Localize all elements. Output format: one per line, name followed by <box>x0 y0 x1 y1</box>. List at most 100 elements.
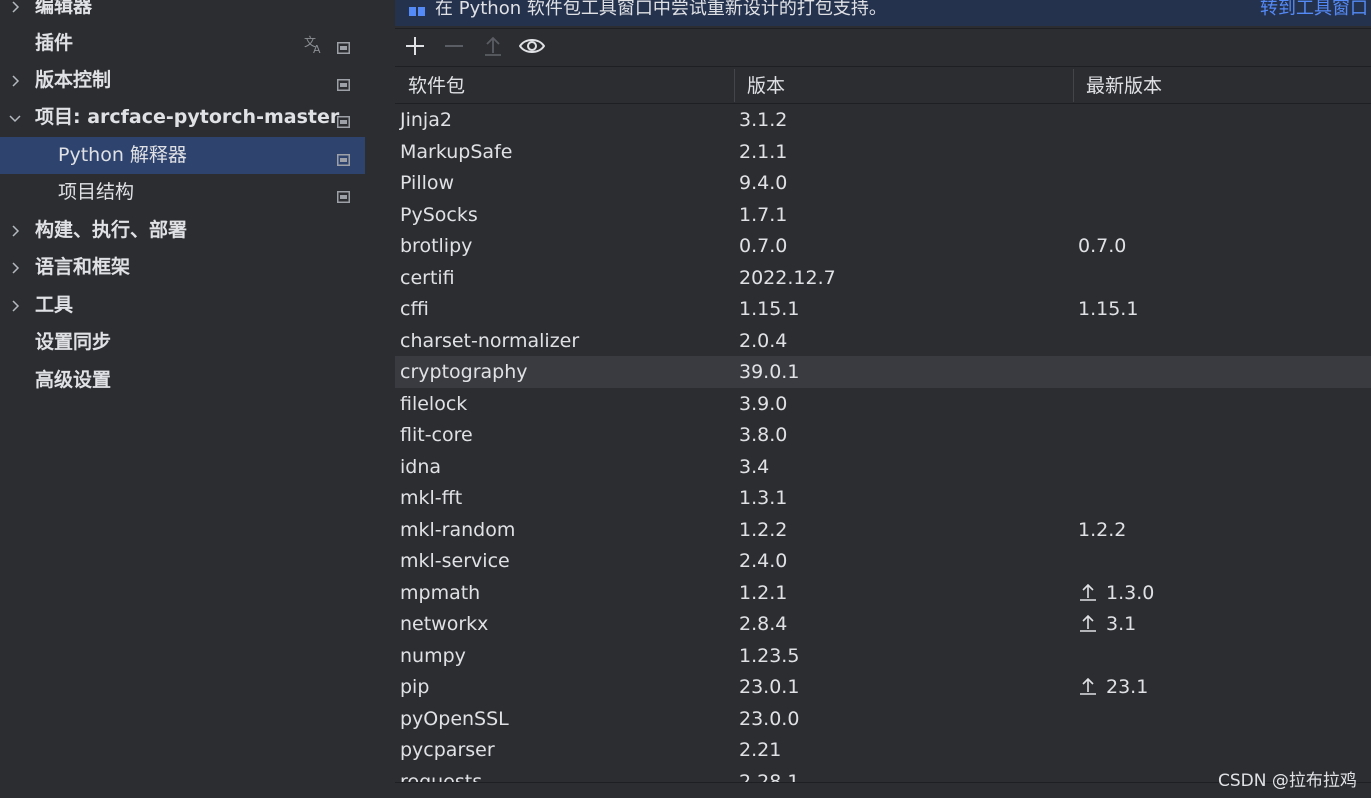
project-settings-icon <box>337 149 350 166</box>
sidebar-item-settings-sync[interactable]: 设置同步 <box>0 324 365 361</box>
plus-icon[interactable] <box>403 34 427 58</box>
banner-link[interactable]: 转到工具窗口 <box>1260 0 1368 20</box>
sidebar-item-label: 语言和框架 <box>35 256 131 278</box>
table-row[interactable]: flit-core 3.8.0 <box>395 419 1371 451</box>
table-row[interactable]: pip 23.0.1 23.1 <box>395 671 1371 703</box>
latest-version-cell: 1.3.0 <box>1078 577 1154 609</box>
table-row[interactable]: mkl-fft 1.3.1 <box>395 482 1371 514</box>
sidebar-item-label: 工具 <box>35 294 74 316</box>
table-row[interactable]: mpmath 1.2.1 1.3.0 <box>395 577 1371 609</box>
sidebar-item-label: 编辑器 <box>35 0 93 17</box>
project-settings-icon <box>337 74 350 91</box>
table-body: Jinja2 3.1.2 MarkupSafe 2.1.1 Pillow 9.4.0 PyS… <box>395 104 1371 783</box>
package-version: 2.8.4 <box>739 613 788 635</box>
table-row[interactable]: Pillow 9.4.0 <box>395 167 1371 199</box>
table-row[interactable]: pycparser 2.21 <box>395 734 1371 766</box>
table-row[interactable]: idna 3.4 <box>395 451 1371 483</box>
sidebar-item-version-control[interactable]: 版本控制 <box>0 62 365 99</box>
table-row[interactable]: networkx 2.8.4 3.1 <box>395 608 1371 640</box>
chevron-right-icon[interactable] <box>8 0 22 25</box>
package-version: 2.21 <box>739 739 782 761</box>
table-row[interactable]: numpy 1.23.5 <box>395 640 1371 672</box>
svg-text:A: A <box>313 43 321 55</box>
latest-version: 1.15.1 <box>1078 298 1139 320</box>
sidebar-item-editor[interactable]: 编辑器 <box>0 0 365 25</box>
table-row[interactable]: filelock 3.9.0 <box>395 388 1371 420</box>
sidebar-item-plugins[interactable]: 插件 文A <box>0 25 365 62</box>
packages-icon <box>409 0 425 16</box>
sidebar-item-label: 项目结构 <box>58 181 135 203</box>
eye-icon[interactable] <box>518 34 546 58</box>
table-row[interactable]: certifi 2022.12.7 <box>395 262 1371 294</box>
sidebar-item-languages[interactable]: 语言和框架 <box>0 249 365 286</box>
package-name: pycparser <box>400 739 495 761</box>
table-row[interactable]: brotlipy 0.7.0 0.7.0 <box>395 230 1371 262</box>
table-row[interactable]: PySocks 1.7.1 <box>395 199 1371 231</box>
upgrade-icon[interactable] <box>481 34 505 58</box>
column-divider[interactable] <box>1073 69 1074 102</box>
package-version: 23.0.1 <box>739 676 800 698</box>
translate-icon: 文A <box>303 33 325 56</box>
package-name: certifi <box>400 266 455 289</box>
package-version: 2.28.1 <box>739 770 800 784</box>
column-divider[interactable] <box>734 69 735 102</box>
latest-version: 0.7.0 <box>1078 235 1127 257</box>
chevron-down-icon[interactable] <box>8 99 22 136</box>
package-name: Pillow <box>400 172 455 194</box>
minus-icon[interactable] <box>442 34 466 58</box>
package-version: 1.2.2 <box>739 518 788 541</box>
banner-text: 在 Python 软件包工具窗口中尝试重新设计的打包支持。 <box>435 0 887 19</box>
sidebar-item-tools[interactable]: 工具 <box>0 287 365 324</box>
package-version: 2022.12.7 <box>739 266 836 289</box>
table-row[interactable]: mkl-service 2.4.0 <box>395 545 1371 577</box>
package-name: numpy <box>400 644 466 667</box>
upgrade-available-icon[interactable] <box>1078 611 1098 632</box>
sidebar-item-label: 构建、执行、部署 <box>35 219 188 241</box>
latest-version: 23.1 <box>1106 676 1149 698</box>
table-row[interactable]: MarkupSafe 2.1.1 <box>395 136 1371 168</box>
project-settings-icon <box>337 37 350 54</box>
sidebar-item-advanced[interactable]: 高级设置 <box>0 362 365 399</box>
sidebar-item-label: 设置同步 <box>35 331 112 353</box>
column-header-latest-version[interactable]: 最新版本 <box>1086 67 1162 103</box>
package-version: 1.7.1 <box>739 203 788 226</box>
package-name: networkx <box>400 613 489 635</box>
sidebar-item-label: 高级设置 <box>35 369 112 391</box>
sidebar-item-build-execution[interactable]: 构建、执行、部署 <box>0 212 365 249</box>
package-version: 9.4.0 <box>739 172 788 194</box>
chevron-right-icon[interactable] <box>8 287 22 324</box>
package-version: 39.0.1 <box>739 361 800 383</box>
package-version: 3.9.0 <box>739 392 788 415</box>
chevron-right-icon[interactable] <box>8 212 22 249</box>
chevron-right-icon[interactable] <box>8 62 22 99</box>
sidebar-item-label: Python 解释器 <box>58 144 187 166</box>
package-name: PySocks <box>400 203 478 226</box>
package-name: filelock <box>400 392 468 415</box>
latest-version-cell: 0.7.0 <box>1078 230 1126 262</box>
chevron-right-icon[interactable] <box>8 249 22 286</box>
upgrade-available-icon[interactable] <box>1078 580 1098 601</box>
package-name: Jinja2 <box>400 109 452 131</box>
package-name: MarkupSafe <box>400 140 513 163</box>
package-name: requests <box>400 770 483 784</box>
package-version: 3.8.0 <box>739 424 788 446</box>
package-version: 2.4.0 <box>739 550 788 572</box>
table-row[interactable]: charset-normalizer 2.0.4 <box>395 325 1371 357</box>
column-header-package[interactable]: 软件包 <box>408 67 465 103</box>
sidebar-item-project-structure[interactable]: 项目结构 <box>0 174 365 211</box>
table-row[interactable]: mkl-random 1.2.2 1.2.2 <box>395 514 1371 546</box>
latest-version-cell: 1.2.2 <box>1078 514 1126 546</box>
table-row[interactable]: cffi 1.15.1 1.15.1 <box>395 293 1371 325</box>
table-row[interactable]: pyOpenSSL 23.0.0 <box>395 703 1371 735</box>
table-row[interactable]: Jinja2 3.1.2 <box>395 104 1371 136</box>
table-row[interactable]: cryptography 39.0.1 <box>395 356 1371 388</box>
latest-version: 1.3.0 <box>1106 581 1155 604</box>
upgrade-available-icon[interactable] <box>1078 674 1098 695</box>
package-version: 3.4 <box>739 455 770 478</box>
sidebar-item-project[interactable]: 项目: arcface-pytorch-master <box>0 99 365 136</box>
sidebar-item-python-interpreter[interactable]: Python 解释器 <box>0 137 365 174</box>
package-version: 2.1.1 <box>739 140 788 163</box>
latest-version-cell: 23.1 <box>1078 671 1148 703</box>
package-name: mkl-fft <box>400 487 463 509</box>
column-header-version[interactable]: 版本 <box>747 67 785 103</box>
